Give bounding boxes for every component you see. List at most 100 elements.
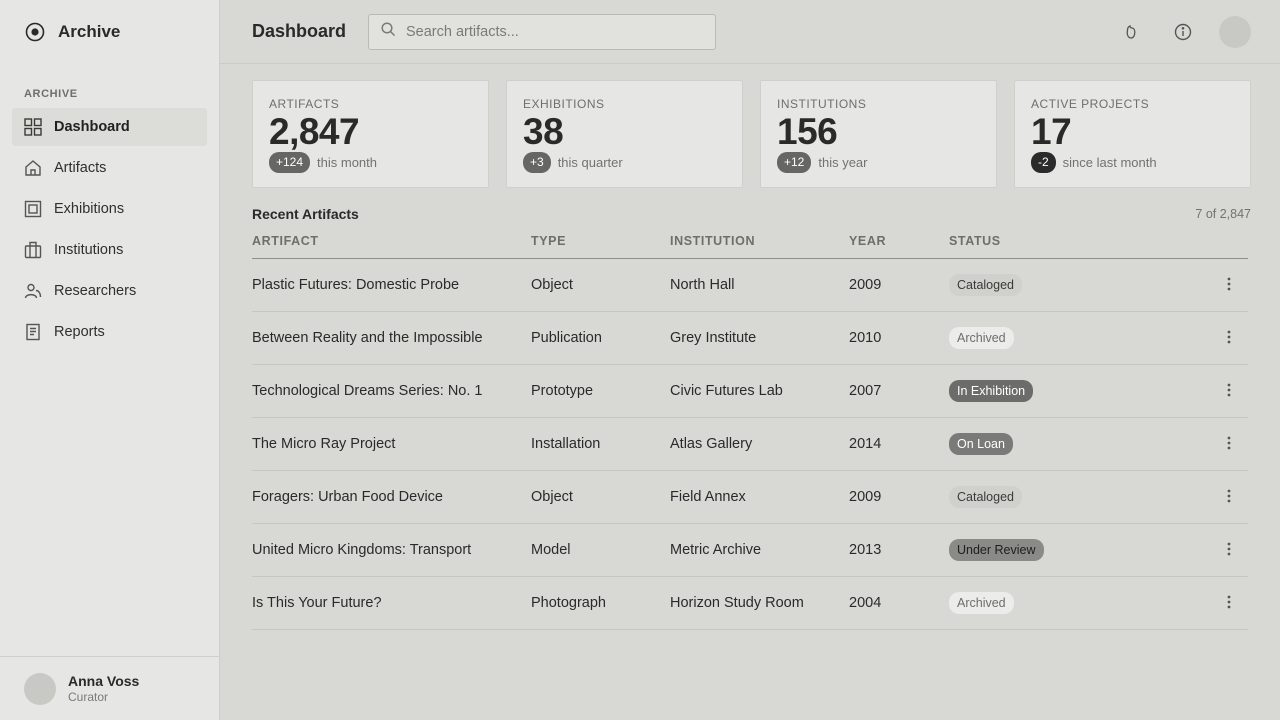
- year-cell: 2010: [849, 311, 949, 365]
- table-row[interactable]: Plastic Futures: Domestic Probe Object Nor…: [252, 258, 1248, 312]
- more-vertical-icon[interactable]: [1219, 274, 1239, 294]
- sidebar: Archive ARCHIVE Dashboard Artifacts Exhi: [0, 0, 220, 720]
- sidebar-item-dashboard[interactable]: Dashboard: [12, 108, 207, 146]
- users-icon: [24, 282, 42, 300]
- user-profile[interactable]: Anna Voss Curator: [0, 656, 219, 720]
- stat-card-institutions[interactable]: INSTITUTIONS 156 +12 this year: [760, 80, 997, 188]
- row-actions-cell: [1209, 417, 1248, 471]
- status-badge: Under Review: [949, 538, 1044, 561]
- status-badge: Archived: [949, 326, 1014, 349]
- document-icon: [24, 323, 42, 341]
- table-row[interactable]: Between Reality and the Impossible Public…: [252, 311, 1248, 365]
- stat-value: 38: [523, 111, 564, 152]
- status-cell: Archived: [949, 576, 1209, 630]
- delta-badge: +12: [777, 152, 812, 173]
- year-cell: 2009: [849, 258, 949, 312]
- result-count: 7 of 2,847: [1195, 207, 1251, 221]
- artifact-name-cell[interactable]: Foragers: Urban Food Device: [252, 470, 531, 524]
- type-cell: Publication: [531, 311, 670, 365]
- artifact-name-cell[interactable]: Between Reality and the Impossible: [252, 311, 531, 365]
- artifact-name-cell[interactable]: Technological Dreams Series: No. 1: [252, 364, 531, 418]
- sidebar-item-label: Researchers: [54, 283, 137, 299]
- search-icon: [381, 22, 396, 42]
- status-cell: Cataloged: [949, 470, 1209, 524]
- institution-cell: Atlas Gallery: [670, 417, 849, 471]
- year-cell: 2007: [849, 364, 949, 418]
- row-actions-cell: [1209, 523, 1248, 577]
- status-cell: In Exhibition: [949, 364, 1209, 418]
- row-actions-cell: [1209, 258, 1248, 312]
- table-row[interactable]: United Micro Kingdoms: Transport Model Met…: [252, 523, 1248, 577]
- table-row[interactable]: Foragers: Urban Food Device Object Field A…: [252, 470, 1248, 524]
- status-badge: Cataloged: [949, 273, 1022, 296]
- sidebar-item-institutions[interactable]: Institutions: [12, 231, 207, 269]
- delta-note: this month: [317, 155, 378, 170]
- more-vertical-icon[interactable]: [1219, 539, 1239, 559]
- stat-cards: ARTIFACTS 2,847 +124 this month EXHIBITI…: [252, 80, 1251, 188]
- avatar: [24, 672, 56, 705]
- sidebar-item-label: Exhibitions: [54, 201, 125, 217]
- type-cell: Prototype: [531, 364, 670, 418]
- column-header-institution[interactable]: INSTITUTION: [670, 234, 849, 259]
- artifact-name-cell[interactable]: Plastic Futures: Domestic Probe: [252, 258, 531, 312]
- sidebar-item-reports[interactable]: Reports: [12, 313, 207, 351]
- delta-badge: +3: [523, 152, 551, 173]
- status-badge: Archived: [949, 591, 1014, 614]
- year-cell: 2013: [849, 523, 949, 577]
- row-actions-cell: [1209, 311, 1248, 365]
- more-vertical-icon[interactable]: [1219, 433, 1239, 453]
- home-icon: [24, 159, 42, 177]
- stat-card-exhibitions[interactable]: EXHIBITIONS 38 +3 this quarter: [506, 80, 743, 188]
- section-title: Recent Artifacts: [252, 206, 359, 222]
- delta-note: this year: [818, 155, 868, 170]
- stat-value: 17: [1031, 111, 1072, 152]
- status-badge: In Exhibition: [949, 379, 1034, 402]
- app-name: Archive: [58, 22, 121, 41]
- type-cell: Photograph: [531, 576, 670, 630]
- column-header-year[interactable]: YEAR: [849, 234, 949, 259]
- artifacts-table: ARTIFACT TYPE INSTITUTION YEAR STATUS Pl…: [252, 234, 1248, 630]
- institution-cell: Field Annex: [670, 470, 849, 524]
- table-row[interactable]: The Micro Ray Project Installation Atlas G…: [252, 417, 1248, 471]
- status-cell: Under Review: [949, 523, 1209, 577]
- artifact-name-cell[interactable]: United Micro Kingdoms: Transport: [252, 523, 531, 577]
- year-cell: 2009: [849, 470, 949, 524]
- column-header-type[interactable]: TYPE: [531, 234, 670, 259]
- avatar[interactable]: [1219, 16, 1251, 48]
- column-header-status[interactable]: STATUS: [949, 234, 1209, 259]
- more-vertical-icon[interactable]: [1219, 486, 1239, 506]
- sidebar-item-artifacts[interactable]: Artifacts: [12, 149, 207, 187]
- sidebar-item-exhibitions[interactable]: Exhibitions: [12, 190, 207, 228]
- delta-badge: -2: [1031, 152, 1056, 173]
- main-content: Dashboard ARTIFACTS: [220, 0, 1280, 720]
- info-icon[interactable]: [1167, 16, 1199, 48]
- table-header-row: ARTIFACT TYPE INSTITUTION YEAR STATUS: [252, 234, 1248, 259]
- type-cell: Object: [531, 258, 670, 312]
- delta-note: since last month: [1062, 155, 1157, 170]
- table-row[interactable]: Technological Dreams Series: No. 1 Protot…: [252, 364, 1248, 418]
- more-vertical-icon[interactable]: [1219, 380, 1239, 400]
- theme-toggle-icon[interactable]: [1115, 16, 1147, 48]
- table-row[interactable]: Is This Your Future? Photograph Horizon St…: [252, 576, 1248, 630]
- status-cell: On Loan: [949, 417, 1209, 471]
- brand[interactable]: Archive: [0, 0, 219, 64]
- more-vertical-icon[interactable]: [1219, 327, 1239, 347]
- column-header-actions: [1209, 234, 1248, 259]
- artifact-name-cell[interactable]: Is This Your Future?: [252, 576, 531, 630]
- row-actions-cell: [1209, 576, 1248, 630]
- year-cell: 2004: [849, 576, 949, 630]
- stat-value: 156: [777, 111, 838, 152]
- artifact-name-cell[interactable]: The Micro Ray Project: [252, 417, 531, 471]
- frame-icon: [24, 200, 42, 218]
- search-input[interactable]: [406, 24, 706, 40]
- column-header-artifact[interactable]: ARTIFACT: [252, 234, 531, 259]
- search-box[interactable]: [368, 14, 716, 50]
- stat-card-artifacts[interactable]: ARTIFACTS 2,847 +124 this month: [252, 80, 489, 188]
- stat-card-active-projects[interactable]: ACTIVE PROJECTS 17 -2 since last month: [1014, 80, 1251, 188]
- status-badge: On Loan: [949, 432, 1013, 455]
- status-cell: Cataloged: [949, 258, 1209, 312]
- sidebar-item-researchers[interactable]: Researchers: [12, 272, 207, 310]
- more-vertical-icon[interactable]: [1219, 592, 1239, 612]
- institution-cell: North Hall: [670, 258, 849, 312]
- institution-cell: Horizon Study Room: [670, 576, 849, 630]
